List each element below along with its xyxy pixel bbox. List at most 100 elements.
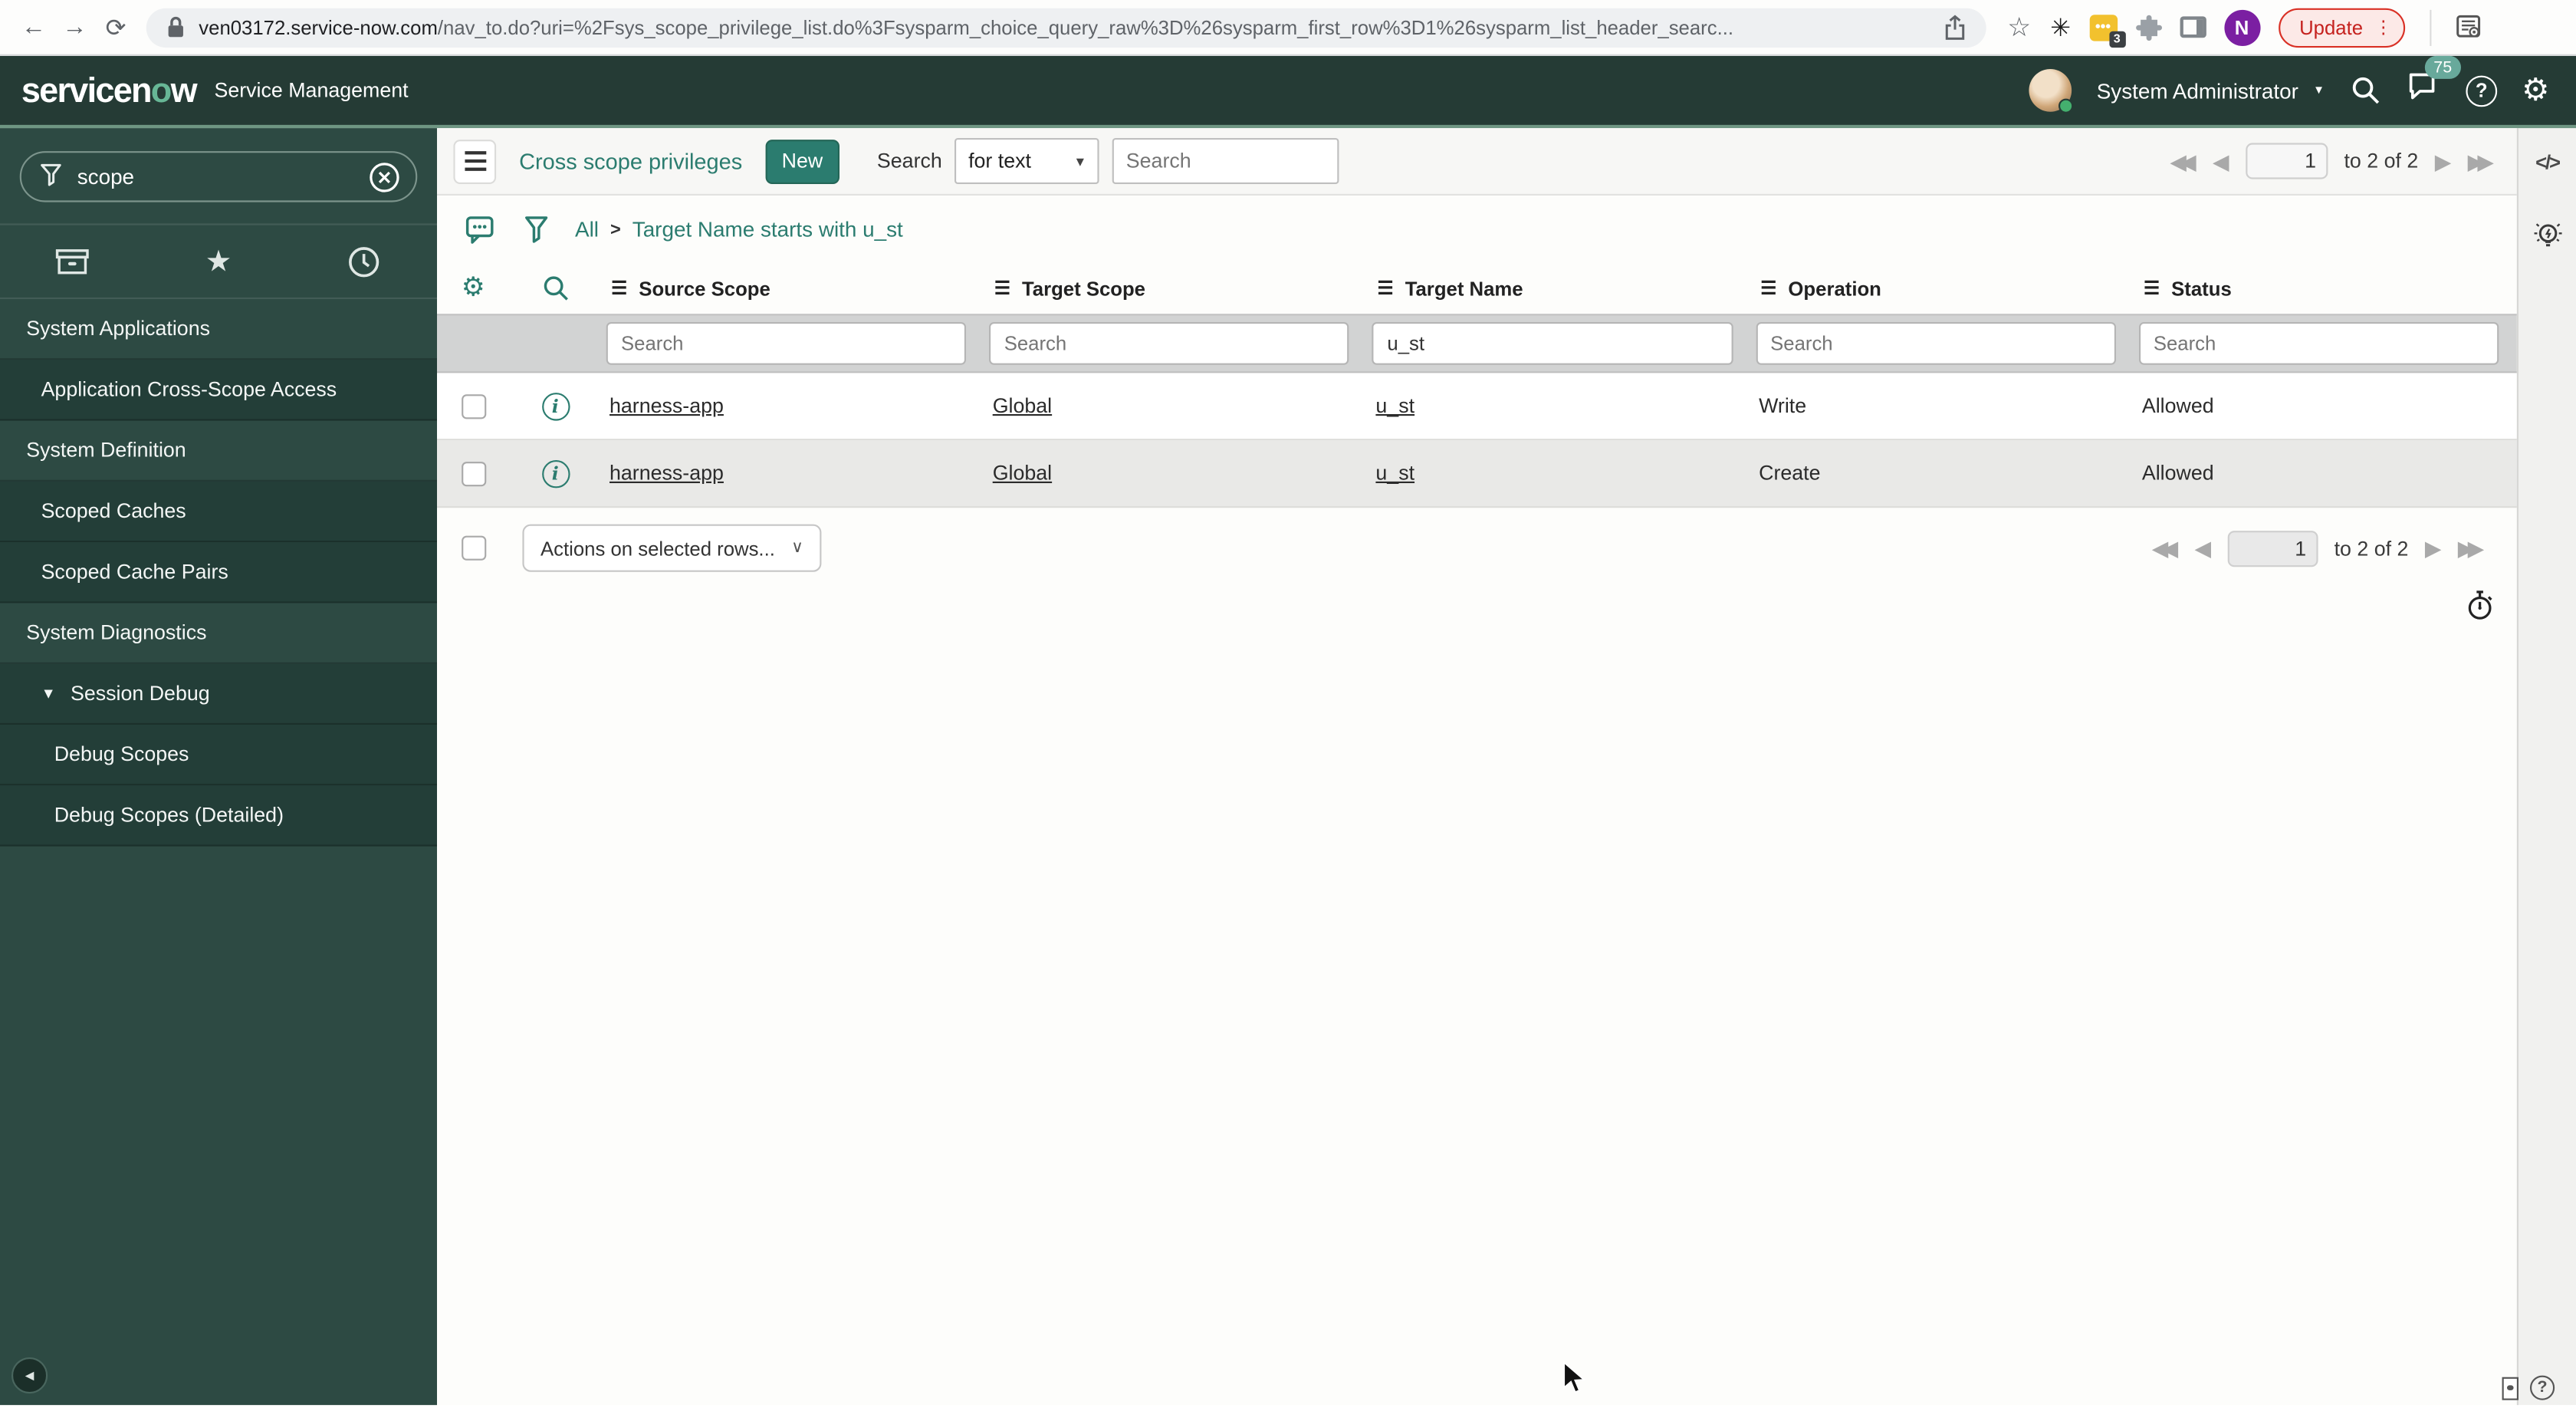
browser-update-button[interactable]: Update ⋮	[2278, 7, 2406, 48]
column-menu-icon[interactable]: ☰	[994, 278, 1010, 299]
column-header-operation[interactable]: ☰ Operation	[1750, 277, 2134, 300]
cell-source-scope-link[interactable]: harness-app	[610, 462, 724, 485]
page-number-input[interactable]	[2245, 143, 2328, 179]
browser-profile-avatar[interactable]: N	[2223, 8, 2260, 45]
bookmark-star-icon[interactable]: ☆	[2006, 11, 2032, 44]
chat-extension-icon[interactable]: ••• 3	[2088, 14, 2125, 48]
cell-target-name-link[interactable]: u_st	[1375, 462, 1414, 485]
list-gear-icon[interactable]: ⚙	[462, 275, 485, 301]
new-record-button[interactable]: New	[765, 139, 840, 183]
cell-target-scope-link[interactable]: Global	[993, 394, 1052, 417]
navigator-filter-input[interactable]: scope	[19, 151, 418, 202]
tab-all-applications[interactable]	[0, 245, 146, 278]
cell-status: Allowed	[2141, 394, 2214, 418]
share-icon[interactable]	[1944, 14, 1967, 40]
sidebar-item-system-definition[interactable]: System Definition	[0, 420, 437, 482]
sidebar-item-system-diagnostics[interactable]: System Diagnostics	[0, 603, 437, 664]
actions-select[interactable]: Actions on selected rows... ∨	[522, 524, 822, 572]
tab-favorites[interactable]: ★	[146, 246, 291, 276]
filter-input-target-name[interactable]	[1372, 322, 1733, 365]
first-page-button[interactable]: ◀◀	[2152, 538, 2178, 559]
row-checkbox[interactable]	[461, 461, 486, 486]
breadcrumb-filter-icon[interactable]	[524, 215, 549, 245]
sidebar-collapse-button[interactable]: ◄	[12, 1357, 48, 1394]
column-menu-icon[interactable]: ☰	[1378, 278, 1394, 299]
bottom-help-icon[interactable]: ?	[2530, 1375, 2555, 1400]
browser-back-icon[interactable]: ←	[13, 13, 54, 41]
side-panel-icon[interactable]	[2179, 16, 2206, 38]
user-avatar[interactable]	[2029, 69, 2074, 113]
address-bar[interactable]: ven03172.service-now.com/nav_to.do?uri=%…	[146, 7, 1986, 48]
extensions-puzzle-icon[interactable]	[2135, 14, 2162, 41]
breadcrumb-all-link[interactable]: All	[575, 217, 599, 242]
sidebar-item-debug-scopes[interactable]: Debug Scopes	[0, 725, 437, 786]
page-number-input[interactable]	[2227, 530, 2318, 567]
filter-input-target-scope[interactable]	[989, 322, 1350, 365]
search-type-select[interactable]: for text ▼	[955, 138, 1100, 184]
cell-source-scope-link[interactable]: harness-app	[610, 394, 724, 417]
list-title-link[interactable]: Cross scope privileges	[519, 149, 742, 173]
spinner-icon[interactable]: ✳	[2050, 12, 2071, 41]
clear-filter-icon[interactable]	[368, 160, 401, 193]
column-search-icon[interactable]	[541, 275, 569, 302]
user-menu[interactable]: System Administrator	[2097, 78, 2298, 103]
filter-input-status[interactable]	[2138, 322, 2499, 365]
record-info-icon[interactable]: i	[541, 392, 570, 420]
list-settings-cell: ⚙	[437, 275, 509, 301]
breadcrumb-filter-link[interactable]: Target Name starts with u_st	[632, 217, 903, 242]
cell-status: Allowed	[2141, 462, 2214, 485]
list-context-menu-button[interactable]	[453, 139, 497, 183]
column-menu-icon[interactable]: ☰	[2144, 278, 2160, 299]
sidebar-item-scoped-caches[interactable]: Scoped Caches	[0, 481, 437, 543]
help-icon[interactable]: ?	[2466, 74, 2498, 107]
sidebar-item-session-debug[interactable]: ▼ Session Debug	[0, 663, 437, 725]
column-menu-icon[interactable]: ☰	[611, 278, 627, 299]
column-menu-icon[interactable]: ☰	[1760, 278, 1776, 299]
settings-gear-icon[interactable]: ⚙	[2522, 74, 2550, 107]
cell-target-name-link[interactable]: u_st	[1375, 394, 1414, 417]
cell-target-scope-link[interactable]: Global	[993, 462, 1052, 485]
next-page-button[interactable]: ▶	[2435, 150, 2451, 172]
previous-page-button[interactable]: ◀	[2213, 150, 2229, 172]
select-all-checkbox[interactable]	[462, 535, 487, 561]
next-page-button[interactable]: ▶	[2425, 538, 2441, 559]
row-checkbox[interactable]	[461, 393, 486, 419]
browser-forward-icon[interactable]: →	[54, 13, 96, 41]
record-info-icon[interactable]: i	[541, 459, 570, 488]
filter-input-operation[interactable]	[1755, 322, 2116, 365]
column-header-source-scope[interactable]: ☰ Source Scope	[601, 277, 984, 300]
sidebar-item-debug-scopes-detailed[interactable]: Debug Scopes (Detailed)	[0, 785, 437, 847]
last-page-button[interactable]: ▶▶	[2458, 538, 2484, 559]
column-header-target-scope[interactable]: ☰ Target Scope	[984, 277, 1368, 300]
sidebar-item-application-cross-scope-access[interactable]: Application Cross-Scope Access	[0, 360, 437, 421]
code-panel-icon[interactable]: </>	[2535, 151, 2561, 174]
header-actions: System Administrator ▼ 75 ? ⚙	[2029, 55, 2550, 113]
mouse-cursor	[1562, 1360, 1585, 1393]
previous-page-button[interactable]: ◀	[2194, 538, 2210, 559]
collapse-arrow-icon: ◄	[21, 1367, 38, 1384]
mini-document-icon[interactable]	[2502, 1376, 2518, 1400]
tab-history[interactable]	[291, 244, 437, 278]
sidebar-item-scoped-cache-pairs[interactable]: Scoped Cache Pairs	[0, 542, 437, 604]
last-page-button[interactable]: ▶▶	[2468, 150, 2494, 172]
filter-input-source-scope[interactable]	[606, 322, 967, 365]
expand-triangle-icon[interactable]: ▼	[41, 686, 56, 702]
chevron-down-icon: ∨	[791, 538, 803, 558]
list-chat-icon[interactable]	[465, 215, 498, 245]
list-search-input[interactable]	[1112, 138, 1340, 184]
response-time-stopwatch-icon[interactable]	[2466, 590, 2493, 621]
sidebar-item-system-applications[interactable]: System Applications	[0, 299, 437, 360]
suggestion-lightbulb-icon[interactable]	[2531, 219, 2564, 253]
global-search-icon[interactable]	[2349, 74, 2382, 107]
sidebar-item-label: System Definition	[26, 439, 186, 462]
rail-bottom-icons: ?	[2502, 1375, 2555, 1400]
chevron-down-icon[interactable]: ▼	[2313, 84, 2325, 96]
first-page-button[interactable]: ◀◀	[2170, 150, 2196, 172]
browser-menu-dots-icon[interactable]: ⋮	[2374, 16, 2393, 38]
reading-list-icon[interactable]	[2456, 15, 2482, 39]
browser-reload-icon[interactable]: ⟳	[95, 12, 136, 41]
conversations-icon[interactable]: 75	[2407, 55, 2461, 110]
column-header-target-name[interactable]: ☰ Target Name	[1368, 277, 1751, 300]
column-header-status[interactable]: ☰ Status	[2134, 277, 2517, 300]
cell-operation: Create	[1759, 462, 1821, 485]
